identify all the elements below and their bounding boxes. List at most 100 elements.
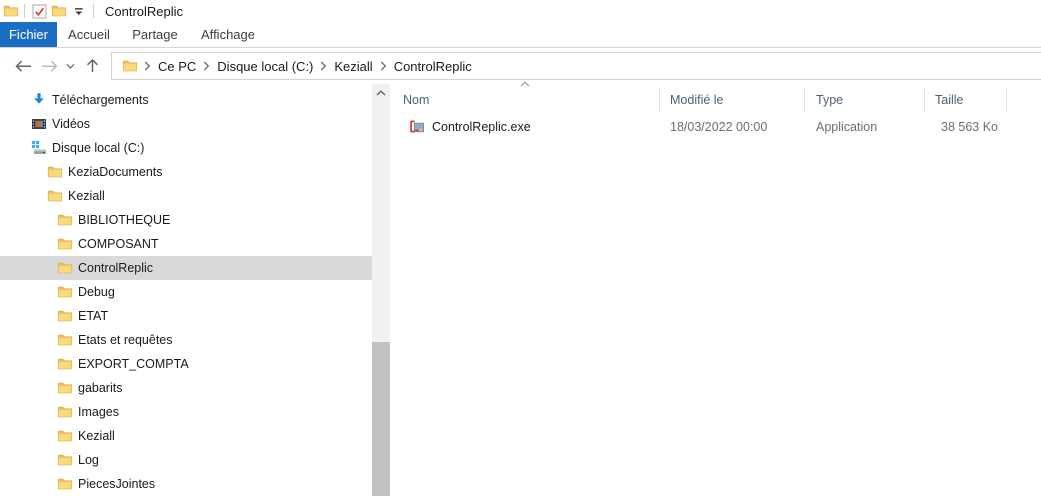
sidebar-item-telechargements[interactable]: Téléchargements (0, 88, 372, 112)
tree-item-label: Log (78, 453, 99, 467)
sidebar-item-export-compta[interactable]: EXPORT_COMPTA (0, 352, 372, 376)
tree-item-label: Vidéos (52, 117, 90, 131)
content-area: Téléchargements Vidéos Disque local (C:)… (0, 84, 1041, 496)
properties-check-icon (30, 2, 48, 20)
breadcrumb-segment-disque-local-c[interactable]: Disque local (C:) (214, 59, 316, 74)
up-button[interactable] (83, 54, 101, 78)
tree-item-label: Keziall (78, 429, 115, 443)
tree-item-label: Keziall (68, 189, 105, 203)
window-folder-icon[interactable] (2, 2, 20, 20)
column-header-nom[interactable]: Nom (390, 88, 660, 112)
back-button[interactable] (13, 54, 33, 78)
tree-item-label: EXPORT_COMPTA (78, 357, 189, 371)
titlebar-separator (93, 4, 94, 18)
folder-icon (56, 356, 73, 373)
file-type-cell: Application (805, 120, 925, 134)
file-rows: ControlReplic.exe 18/03/2022 00:00 Appli… (390, 116, 1041, 138)
navigation-bar: Ce PC Disque local (C:) Keziall ControlRepl… (0, 48, 1041, 84)
download-icon (30, 92, 47, 109)
folder-icon (56, 284, 73, 301)
tab-partage[interactable]: Partage (127, 22, 183, 47)
folder-icon (46, 188, 63, 205)
tree-item-label: Images (78, 405, 119, 419)
title-bar: ControlReplic (0, 0, 1041, 22)
file-list-pane: Nom Modifié le Type Taille ControlReplic… (390, 84, 1041, 496)
tree-item-label: KeziaDocuments (68, 165, 163, 179)
column-header-taille[interactable]: Taille (925, 88, 1007, 112)
column-header-modifie-le[interactable]: Modifié le (660, 88, 805, 112)
breadcrumb-segment-keziall[interactable]: Keziall (331, 59, 375, 74)
address-bar[interactable]: Ce PC Disque local (C:) Keziall ControlRepl… (111, 52, 1041, 80)
new-folder-button[interactable] (49, 1, 69, 21)
sidebar-item-log[interactable]: Log (0, 448, 372, 472)
breadcrumb-chevron-icon[interactable] (199, 53, 214, 79)
drive-icon (30, 140, 47, 157)
sidebar-item-videos[interactable]: Vidéos (0, 112, 372, 136)
file-row-controlreplic-exe[interactable]: ControlReplic.exe 18/03/2022 00:00 Appli… (390, 116, 1041, 138)
tree-item-label: Etats et requêtes (78, 333, 173, 347)
window-title: ControlReplic (105, 4, 183, 19)
properties-button[interactable] (29, 1, 49, 21)
sort-ascending-icon (390, 81, 660, 87)
tree-item-label: Téléchargements (52, 93, 149, 107)
ribbon-tabs: Fichier Accueil Partage Affichage (0, 22, 1041, 48)
column-header-type[interactable]: Type (805, 88, 925, 112)
tree-item-label: COMPOSANT (78, 237, 159, 251)
tree-item-label: gabarits (78, 381, 122, 395)
tree-item-label: ControlReplic (78, 261, 153, 275)
breadcrumb-segment-controlreplic[interactable]: ControlReplic (391, 59, 475, 74)
qat-caret-icon (70, 2, 88, 20)
sidebar-item-composant[interactable]: COMPOSANT (0, 232, 372, 256)
sidebar-scrollbar[interactable] (372, 84, 390, 496)
sidebar-item-etat[interactable]: ETAT (0, 304, 372, 328)
breadcrumb-segment-ce-pc[interactable]: Ce PC (155, 59, 199, 74)
file-modified-cell: 18/03/2022 00:00 (660, 120, 805, 134)
file-name: ControlReplic.exe (432, 120, 531, 134)
new-folder-icon (50, 2, 68, 20)
folder-icon (56, 260, 73, 277)
sidebar-item-images[interactable]: Images (0, 400, 372, 424)
tab-affichage[interactable]: Affichage (195, 22, 261, 47)
tab-accueil[interactable]: Accueil (61, 22, 117, 47)
scrollbar-thumb[interactable] (372, 342, 390, 496)
scrollbar-up-icon[interactable] (372, 84, 390, 101)
file-size-cell: 38 563 Ko (925, 120, 1007, 134)
folder-icon (56, 212, 73, 229)
breadcrumb: Ce PC Disque local (C:) Keziall ControlRepl… (140, 53, 475, 79)
sidebar-item-etats-et-requetes[interactable]: Etats et requêtes (0, 328, 372, 352)
file-explorer-window: ControlReplic Fichier Accueil Partage Af… (0, 0, 1041, 496)
sidebar-item-controlreplic[interactable]: ControlReplic (0, 256, 372, 280)
folder-icon (56, 308, 73, 325)
titlebar-separator (24, 4, 25, 18)
navigation-pane: Téléchargements Vidéos Disque local (C:)… (0, 84, 372, 496)
video-icon (30, 116, 47, 133)
folder-icon (46, 164, 63, 181)
tree-item-label: ETAT (78, 309, 108, 323)
sidebar-item-disque-local-c[interactable]: Disque local (C:) (0, 136, 372, 160)
list-header: Nom Modifié le Type Taille (390, 84, 1041, 112)
forward-button[interactable] (39, 54, 59, 78)
sidebar-item-bibliotheque[interactable]: BIBLIOTHEQUE (0, 208, 372, 232)
folder-icon (56, 476, 73, 493)
sidebar-item-debug[interactable]: Debug (0, 280, 372, 304)
recent-locations-button[interactable] (63, 54, 77, 78)
sidebar-item-keziadocuments[interactable]: KeziaDocuments (0, 160, 372, 184)
address-folder-icon (122, 58, 138, 74)
breadcrumb-chevron-icon[interactable] (376, 53, 391, 79)
folder-icon (56, 452, 73, 469)
breadcrumb-chevron-icon[interactable] (140, 53, 155, 79)
sidebar-item-piecesjointes[interactable]: PiecesJointes (0, 472, 372, 496)
folder-icon (56, 428, 73, 445)
folder-icon (56, 332, 73, 349)
folder-icon (56, 236, 73, 253)
file-name-cell: ControlReplic.exe (390, 119, 660, 136)
tab-fichier[interactable]: Fichier (0, 22, 57, 47)
sidebar-item-gabarits[interactable]: gabarits (0, 376, 372, 400)
tree-item-label: BIBLIOTHEQUE (78, 213, 170, 227)
application-icon (408, 119, 425, 136)
sidebar-item-keziall[interactable]: Keziall (0, 424, 372, 448)
breadcrumb-chevron-icon[interactable] (316, 53, 331, 79)
customize-quick-access-button[interactable] (69, 1, 89, 21)
tree-item-label: Debug (78, 285, 115, 299)
sidebar-item-keziall[interactable]: Keziall (0, 184, 372, 208)
